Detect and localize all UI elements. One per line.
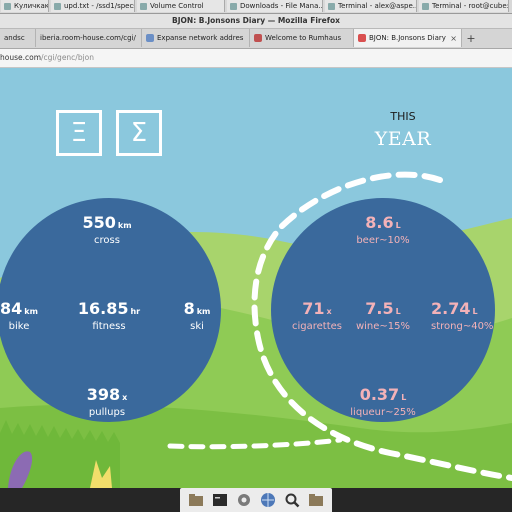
- favicon-icon: [254, 34, 262, 42]
- taskbar-item[interactable]: Volume Control: [137, 0, 225, 12]
- taskbar-item-label: Terminal - root@cube:~: [432, 2, 509, 10]
- taskbar-item[interactable]: Куличкак ...: [1, 0, 49, 12]
- stat-pullups: 398 x pullups: [47, 386, 167, 419]
- stat-unit: x: [122, 393, 128, 402]
- favicon-icon: [146, 34, 154, 42]
- stat-unit: km: [117, 221, 132, 230]
- stat-value: 7.5: [365, 299, 394, 318]
- folder-icon[interactable]: [308, 492, 324, 508]
- logo-xi-icon[interactable]: Ξ: [56, 110, 102, 156]
- stat-value: 8: [183, 299, 195, 318]
- taskbar-item-label: Terminal - alex@aspe...: [338, 2, 417, 10]
- tab-label: Expanse network addres: [157, 34, 244, 42]
- stat-unit: L: [472, 307, 478, 316]
- url-path: /cgi/genc/bjon: [41, 53, 95, 62]
- stat-label: pullups: [88, 407, 126, 418]
- stat-wine: 7.5 L wine~15%: [323, 300, 443, 333]
- search-icon[interactable]: [284, 492, 300, 508]
- stat-value: 8.6: [365, 213, 394, 232]
- stat-unit: L: [395, 307, 401, 316]
- address-bar[interactable]: house.com/cgi/genc/bjon: [0, 49, 512, 68]
- stat-value: 16.85: [77, 299, 129, 318]
- dock: [180, 488, 332, 512]
- url-text: house.com/cgi/genc/bjon: [0, 53, 94, 62]
- folder-icon[interactable]: [188, 492, 204, 508]
- stat-value: 84: [0, 299, 23, 318]
- this-label: THIS: [390, 110, 416, 123]
- stat-liqueur: 0.37 L liqueur~25%: [323, 386, 443, 419]
- app-icon: [4, 2, 11, 10]
- stat-label: wine~15%: [355, 321, 411, 332]
- tab-label: BJON: B.Jonsons Diary: [369, 34, 446, 42]
- stat-value: 71: [302, 299, 325, 318]
- stat-strong: 2.74 L strong~40%: [431, 300, 512, 333]
- window-title-bar[interactable]: BJON: B.Jonsons Diary — Mozilla Firefox: [0, 14, 512, 29]
- stat-unit: km: [24, 307, 38, 316]
- stat-unit: km: [196, 307, 211, 316]
- year-label: YEAR: [374, 128, 432, 150]
- close-tab-icon[interactable]: ×: [450, 34, 457, 43]
- browser-tab[interactable]: andsc: [0, 29, 36, 47]
- window-title: BJON: B.Jonsons Diary — Mozilla Firefox: [172, 16, 340, 25]
- browser-tab[interactable]: iberia.room-house.com/cgi/: [36, 29, 142, 47]
- stat-value: 550: [82, 213, 116, 232]
- logo-sigma-icon[interactable]: Σ: [116, 110, 162, 156]
- taskbar-item[interactable]: Downloads - File Mana...: [227, 0, 323, 12]
- browser-tab[interactable]: Welcome to Rumhaus: [250, 29, 354, 47]
- browser-tab-active[interactable]: BJON: B.Jonsons Diary ×: [354, 29, 462, 47]
- browser-icon[interactable]: [260, 492, 276, 508]
- taskbar-item-label: Куличкак ...: [14, 2, 49, 10]
- url-host: house.com: [0, 53, 42, 62]
- tab-label: Welcome to Rumhaus: [265, 34, 342, 42]
- folder-icon: [230, 2, 237, 10]
- taskbar: Куличкак ... upd.txt - /ssd1/specs/ Volu…: [0, 0, 512, 14]
- tab-label: andsc: [4, 34, 25, 42]
- tab-label: iberia.room-house.com/cgi/: [40, 34, 136, 42]
- settings-icon[interactable]: [236, 492, 252, 508]
- stat-cross: 550 km cross: [47, 214, 167, 247]
- taskbar-item-label: Volume Control: [150, 2, 204, 10]
- stat-unit: L: [401, 393, 407, 402]
- taskbar-item[interactable]: upd.txt - /ssd1/specs/: [51, 0, 135, 12]
- terminal-icon: [422, 2, 429, 10]
- taskbar-item[interactable]: Terminal - alex@aspe...: [325, 0, 417, 12]
- browser-tab[interactable]: Expanse network addres: [142, 29, 250, 47]
- taskbar-item-label: Downloads - File Mana...: [240, 2, 323, 10]
- stat-label: strong~40%: [431, 321, 494, 332]
- page-content: Ξ Σ THIS YEAR 550 km cross 84 km bike 16.8…: [0, 68, 512, 488]
- activity-circle: 550 km cross 84 km bike 16.85 hr fitness 8k…: [0, 198, 221, 422]
- stat-label: liqueur~25%: [350, 407, 416, 418]
- stat-label: cross: [94, 235, 120, 246]
- stat-ski: 8 km ski: [137, 300, 257, 333]
- new-tab-button[interactable]: +: [462, 29, 480, 47]
- stat-beer: 8.6 L beer~10%: [323, 214, 443, 247]
- stat-label: ski: [190, 321, 204, 332]
- stat-value: 2.74: [431, 299, 471, 318]
- stat-unit: L: [395, 221, 401, 230]
- taskbar-item-label: upd.txt - /ssd1/specs/: [64, 2, 135, 10]
- taskbar-item[interactable]: Terminal - root@cube:~: [419, 0, 509, 12]
- text-file-icon: [54, 2, 61, 10]
- stat-label: beer~10%: [356, 235, 410, 246]
- favicon-icon: [358, 34, 366, 42]
- consumption-circle: 8.6 L beer~10% 71 x cigarettes 7.5 L wine~1…: [271, 198, 495, 422]
- terminal-icon[interactable]: [212, 492, 228, 508]
- tab-bar: andsc iberia.room-house.com/cgi/ Expanse…: [0, 29, 512, 49]
- speaker-icon: [140, 2, 147, 10]
- stat-value: 0.37: [359, 385, 400, 404]
- stat-value: 398: [86, 385, 121, 404]
- terminal-icon: [328, 2, 335, 10]
